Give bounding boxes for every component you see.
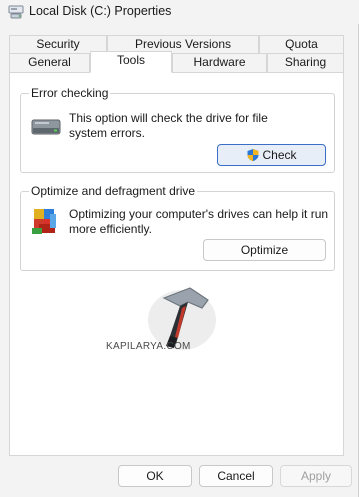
apply-button[interactable]: Apply	[280, 465, 352, 487]
hard-drive-icon	[31, 119, 61, 135]
tab-quota[interactable]: Quota	[259, 35, 344, 53]
check-button-label: Check	[262, 148, 297, 162]
optimize-title: Optimize and defragment drive	[29, 184, 198, 198]
cancel-button[interactable]: Cancel	[199, 465, 273, 487]
drive-properties-icon	[8, 5, 24, 19]
optimize-group: Optimize and defragment drive Optimizing…	[20, 184, 335, 271]
defrag-icon	[32, 209, 56, 234]
tab-general[interactable]: General	[9, 53, 90, 72]
error-checking-line-2: system errors.	[69, 126, 146, 140]
error-checking-title: Error checking	[29, 86, 111, 100]
title-bar[interactable]: Local Disk (C:) Properties	[0, 0, 359, 24]
tools-tab-panel: Error checking This option will check th…	[9, 72, 344, 456]
tab-hardware[interactable]: Hardware	[172, 53, 267, 72]
tab-sharing[interactable]: Sharing	[267, 53, 344, 72]
optimize-button[interactable]: Optimize	[203, 239, 326, 261]
ok-button[interactable]: OK	[118, 465, 192, 487]
error-checking-group: Error checking This option will check th…	[20, 86, 335, 173]
error-checking-line-1: This option will check the drive for fil…	[69, 111, 268, 125]
optimize-line-1: Optimizing your computer's drives can he…	[69, 207, 329, 221]
tab-tools[interactable]: Tools	[90, 51, 172, 73]
uac-shield-icon	[247, 149, 259, 162]
check-button[interactable]: Check	[217, 144, 326, 166]
optimize-line-2: more efficiently.	[69, 222, 152, 236]
properties-window: Local Disk (C:) Properties Security Prev…	[0, 0, 359, 497]
window-title: Local Disk (C:) Properties	[29, 4, 172, 18]
watermark-text: KAPILARYA.COM	[106, 341, 191, 352]
